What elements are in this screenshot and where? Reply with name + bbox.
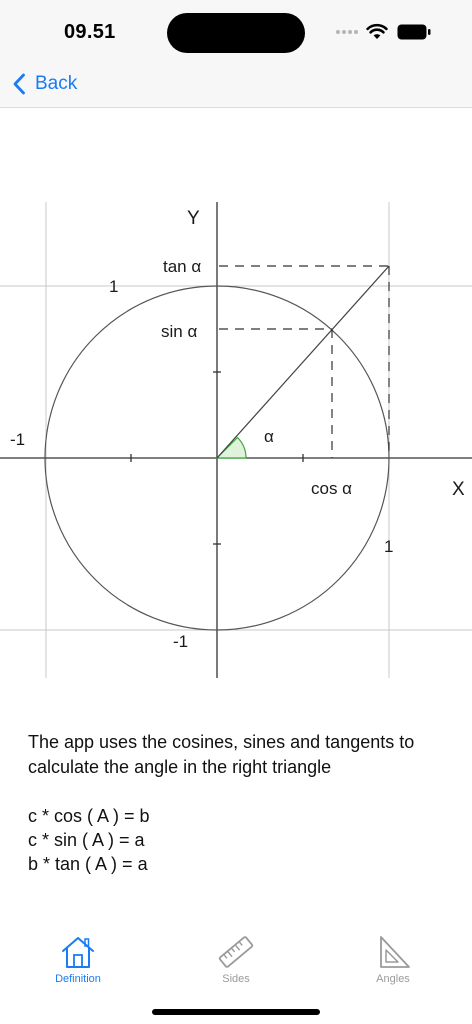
cos-label: cos α [311, 479, 352, 498]
status-time: 09.51 [64, 21, 116, 43]
angle-wedge [215, 436, 247, 459]
tab-definition[interactable]: Definition [18, 934, 138, 994]
home-indicator [152, 1009, 320, 1015]
set-square-icon [380, 936, 410, 968]
formula-sin: c * sin ( A ) = a [28, 830, 145, 850]
one-top-label: 1 [109, 277, 118, 296]
tan-label: tan α [163, 257, 201, 276]
dynamic-island [167, 13, 305, 53]
tab-sides-label: Sides [222, 973, 250, 985]
one-right-label: 1 [384, 537, 393, 556]
sin-label: sin α [161, 322, 197, 341]
chevron-left-icon [13, 73, 25, 95]
formula-tan: b * tan ( A ) = a [28, 854, 148, 874]
tangent-ray [216, 265, 390, 459]
formula-cos: c * cos ( A ) = b [28, 806, 150, 826]
x-axis-label: X [452, 479, 465, 500]
unit-circle-diagram: Y X tan α sin α cos α α 1 1 -1 -1 [0, 202, 472, 678]
y-axis-label: Y [187, 208, 200, 229]
tab-sides[interactable]: Sides [176, 934, 296, 994]
navigation-bar: Back [0, 62, 472, 108]
ruler-icon [218, 936, 254, 968]
tab-angles[interactable]: Angles [333, 934, 453, 994]
house-icon [62, 937, 94, 968]
tab-definition-label: Definition [55, 973, 101, 985]
battery-icon [397, 24, 431, 40]
status-bar: 09.51 [0, 0, 472, 62]
back-button[interactable]: Back [12, 70, 77, 98]
minus-one-left-label: -1 [10, 430, 25, 449]
minus-one-bottom-label: -1 [173, 632, 188, 651]
alpha-label: α [264, 427, 274, 446]
back-label: Back [35, 73, 78, 94]
description-text: The app uses the cosines, sines and tang… [28, 732, 415, 777]
wifi-icon [366, 23, 388, 39]
formula-list: c * cos ( A ) = b c * sin ( A ) = a b * … [28, 804, 150, 876]
cellular-signal-icon [336, 30, 358, 34]
tab-angles-label: Angles [376, 973, 410, 985]
